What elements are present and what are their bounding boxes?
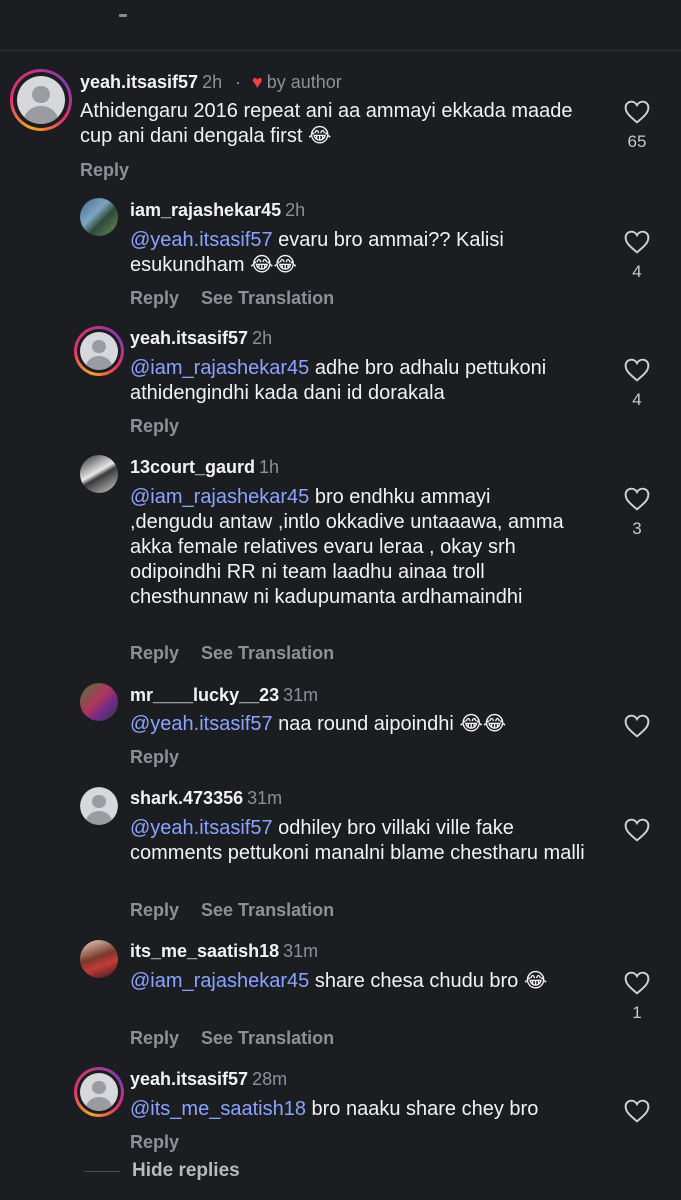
heart-outline-icon: [624, 818, 650, 842]
username[interactable]: its_me_saatish18 31m: [130, 941, 318, 962]
heart-outline-icon: [624, 487, 650, 511]
laughing-emoji: 😂: [250, 254, 274, 276]
reply-button[interactable]: Reply: [130, 1132, 179, 1152]
username[interactable]: yeah.itsasif57 2h: [130, 328, 272, 349]
like-count: 3: [632, 519, 642, 538]
heart-outline-icon: [624, 971, 650, 995]
comment-actions: Reply See Translation: [130, 643, 334, 664]
reply-button[interactable]: Reply: [130, 747, 179, 767]
see-translation-button[interactable]: See Translation: [201, 900, 334, 920]
mention-link[interactable]: @yeah.itsasif57: [130, 817, 273, 839]
like-count: 1: [632, 1003, 642, 1022]
divider: [84, 1171, 120, 1172]
reply-button[interactable]: Reply: [130, 1028, 179, 1048]
like-button[interactable]: 65: [617, 100, 657, 152]
laughing-emoji: 😂: [523, 970, 548, 992]
mention-link[interactable]: @yeah.itsasif57: [130, 713, 273, 735]
timestamp: 31m: [283, 685, 319, 705]
see-translation-button[interactable]: See Translation: [201, 643, 334, 663]
like-button[interactable]: [617, 1099, 657, 1123]
username[interactable]: shark.473356 31m: [130, 788, 282, 809]
like-button[interactable]: [617, 818, 657, 842]
comment-text: @its_me_saatish18 bro naaku share chey b…: [130, 1098, 539, 1120]
mention-link[interactable]: @yeah.itsasif57: [130, 229, 273, 251]
see-translation-button[interactable]: See Translation: [201, 288, 334, 308]
timestamp: 1h: [259, 457, 280, 477]
comment-text: @yeah.itsasif57 naa round aipoindhi 😂😂: [130, 713, 507, 735]
heart-outline-icon: [624, 100, 650, 124]
heart-outline-icon: [624, 714, 650, 738]
like-button[interactable]: [617, 714, 657, 738]
avatar[interactable]: [80, 198, 118, 236]
username[interactable]: iam_rajashekar45 2h: [130, 200, 305, 221]
reply-button[interactable]: Reply: [130, 900, 179, 920]
comment-actions: Reply See Translation: [130, 288, 334, 309]
heart-filled-icon: ♥: [252, 72, 263, 92]
mention-link[interactable]: @iam_rajashekar45: [130, 970, 309, 992]
heart-outline-icon: [624, 1099, 650, 1123]
see-translation-button[interactable]: See Translation: [201, 1028, 334, 1048]
top-bar: [0, 0, 681, 50]
comment-actions: Reply: [130, 416, 179, 437]
mention-link[interactable]: @iam_rajashekar45: [130, 486, 309, 508]
timestamp: 2h: [285, 200, 306, 220]
comment-text: @iam_rajashekar45 bro endhku ammayi ,den…: [130, 486, 564, 608]
reply-button[interactable]: Reply: [130, 416, 179, 436]
reply-button[interactable]: Reply: [80, 160, 129, 180]
hide-replies-label: Hide replies: [132, 1160, 240, 1181]
laughing-emoji: 😂: [273, 254, 297, 276]
avatar[interactable]: [10, 69, 72, 131]
timestamp: 2h: [202, 72, 223, 92]
divider: [0, 50, 681, 51]
comment-actions: Reply See Translation: [130, 1028, 334, 1049]
drag-handle[interactable]: [119, 14, 127, 17]
timestamp: 2h: [252, 328, 273, 348]
avatar[interactable]: [80, 683, 118, 721]
comment-text: @iam_rajashekar45 share chesa chudu bro …: [130, 970, 548, 992]
like-count: 65: [627, 132, 647, 151]
like-button[interactable]: 4: [617, 230, 657, 282]
comment-text: @iam_rajashekar45 adhe bro adhalu pettuk…: [130, 357, 547, 404]
laughing-emoji: 😂: [307, 125, 332, 147]
laughing-emoji: 😂: [482, 713, 507, 735]
avatar[interactable]: [74, 1067, 124, 1117]
comment-text: @yeah.itsasif57 odhiley bro villaki vill…: [130, 817, 585, 864]
avatar[interactable]: [80, 940, 118, 978]
reply-button[interactable]: Reply: [130, 643, 179, 663]
like-count: 4: [632, 262, 642, 281]
mention-link[interactable]: @its_me_saatish18: [130, 1098, 306, 1120]
avatar[interactable]: [74, 326, 124, 376]
comment-actions: Reply: [130, 747, 179, 768]
comment-actions: Reply: [130, 1132, 179, 1153]
avatar[interactable]: [80, 787, 118, 825]
like-count: 4: [632, 390, 642, 409]
heart-outline-icon: [624, 358, 650, 382]
heart-outline-icon: [624, 230, 650, 254]
like-button[interactable]: 4: [617, 358, 657, 410]
username[interactable]: yeah.itsasif57 2h: [80, 72, 222, 93]
mention-link[interactable]: @iam_rajashekar45: [130, 357, 309, 379]
reply-button[interactable]: Reply: [130, 288, 179, 308]
comment-actions: Reply: [80, 160, 129, 181]
timestamp: 31m: [247, 788, 283, 808]
timestamp: 28m: [252, 1069, 288, 1089]
username[interactable]: 13court_gaurd 1h: [130, 457, 279, 478]
username[interactable]: yeah.itsasif57 28m: [130, 1069, 287, 1090]
username[interactable]: mr____lucky__23 31m: [130, 685, 318, 706]
author-like-badge: · ♥ by author: [235, 72, 342, 92]
like-button[interactable]: 1: [617, 971, 657, 1023]
avatar[interactable]: [80, 455, 118, 493]
comment-text: @yeah.itsasif57 evaru bro ammai?? Kalisi…: [130, 229, 504, 276]
timestamp: 31m: [283, 941, 319, 961]
like-button[interactable]: 3: [617, 487, 657, 539]
comment-text: Athidengaru 2016 repeat ani aa ammayi ek…: [80, 100, 573, 147]
laughing-emoji: 😂: [459, 713, 483, 735]
comment-actions: Reply See Translation: [130, 900, 334, 921]
